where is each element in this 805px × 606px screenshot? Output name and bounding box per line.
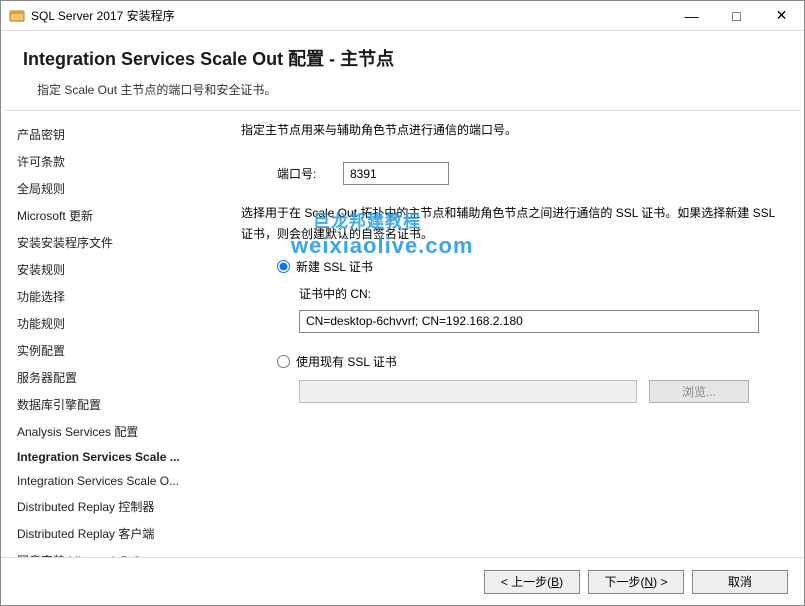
sidebar-item-server-config[interactable]: 服务器配置 — [17, 364, 221, 391]
page-subtitle: 指定 Scale Out 主节点的端口号和安全证书。 — [23, 81, 782, 98]
close-button[interactable]: ✕ — [759, 1, 804, 30]
sidebar-item-db-engine-config[interactable]: 数据库引擎配置 — [17, 391, 221, 418]
sidebar: 产品密钥 许可条款 全局规则 Microsoft 更新 安装安装程序文件 安装规… — [1, 111, 221, 557]
port-description: 指定主节点用来与辅助角色节点进行通信的端口号。 — [241, 121, 782, 140]
sidebar-item-product-key[interactable]: 产品密钥 — [17, 121, 221, 148]
page-title: Integration Services Scale Out 配置 - 主节点 — [23, 45, 782, 71]
sidebar-item-iss-worker[interactable]: Integration Services Scale O... — [17, 469, 221, 493]
sidebar-item-consent-r-open[interactable]: 同意安装 Microsoft R Open — [17, 547, 221, 557]
radio-existing-ssl-row: 使用现有 SSL 证书 — [277, 353, 782, 370]
existing-cert-input — [299, 380, 637, 403]
radio-new-ssl-row: 新建 SSL 证书 — [277, 258, 782, 275]
sidebar-item-license[interactable]: 许可条款 — [17, 148, 221, 175]
port-row: 端口号: — [241, 162, 782, 185]
ssl-description: 选择用于在 Scale Out 拓扑中的主节点和辅助角色节点之间进行通信的 SS… — [241, 203, 782, 244]
page-header: Integration Services Scale Out 配置 - 主节点 … — [1, 31, 804, 110]
sidebar-item-analysis-services[interactable]: Analysis Services 配置 — [17, 418, 221, 445]
port-input[interactable] — [343, 162, 449, 185]
next-button[interactable]: 下一步(N) > — [588, 570, 684, 594]
sidebar-item-dr-client[interactable]: Distributed Replay 客户端 — [17, 520, 221, 547]
radio-existing-ssl[interactable] — [277, 355, 290, 368]
cancel-button[interactable]: 取消 — [692, 570, 788, 594]
sidebar-item-iss-master[interactable]: Integration Services Scale ... — [17, 445, 221, 469]
installer-window: SQL Server 2017 安装程序 — □ ✕ Integration S… — [0, 0, 805, 606]
titlebar: SQL Server 2017 安装程序 — □ ✕ — [1, 1, 804, 31]
browse-row: 浏览... — [299, 380, 782, 403]
browse-button: 浏览... — [649, 380, 749, 403]
sidebar-item-global-rules[interactable]: 全局规则 — [17, 175, 221, 202]
radio-new-ssl-label[interactable]: 新建 SSL 证书 — [296, 258, 373, 275]
main-panel: 指定主节点用来与辅助角色节点进行通信的端口号。 端口号: 选择用于在 Scale… — [221, 111, 804, 557]
window-title: SQL Server 2017 安装程序 — [31, 7, 669, 24]
maximize-button[interactable]: □ — [714, 1, 759, 30]
body: 产品密钥 许可条款 全局规则 Microsoft 更新 安装安装程序文件 安装规… — [1, 111, 804, 557]
sidebar-item-ms-update[interactable]: Microsoft 更新 — [17, 202, 221, 229]
app-icon — [9, 8, 25, 24]
window-controls: — □ ✕ — [669, 1, 804, 30]
minimize-button[interactable]: — — [669, 1, 714, 30]
sidebar-item-instance-config[interactable]: 实例配置 — [17, 337, 221, 364]
sidebar-item-setup-files[interactable]: 安装安装程序文件 — [17, 229, 221, 256]
footer: < 上一步(B) 下一步(N) > 取消 — [1, 557, 804, 605]
sidebar-item-feature-rules[interactable]: 功能规则 — [17, 310, 221, 337]
back-button[interactable]: < 上一步(B) — [484, 570, 580, 594]
cn-label: 证书中的 CN: — [299, 285, 782, 302]
radio-new-ssl[interactable] — [277, 260, 290, 273]
sidebar-item-feature-select[interactable]: 功能选择 — [17, 283, 221, 310]
radio-existing-ssl-label[interactable]: 使用现有 SSL 证书 — [296, 353, 397, 370]
cn-input[interactable] — [299, 310, 759, 333]
port-label: 端口号: — [241, 165, 333, 182]
sidebar-item-install-rules[interactable]: 安装规则 — [17, 256, 221, 283]
sidebar-item-dr-controller[interactable]: Distributed Replay 控制器 — [17, 493, 221, 520]
